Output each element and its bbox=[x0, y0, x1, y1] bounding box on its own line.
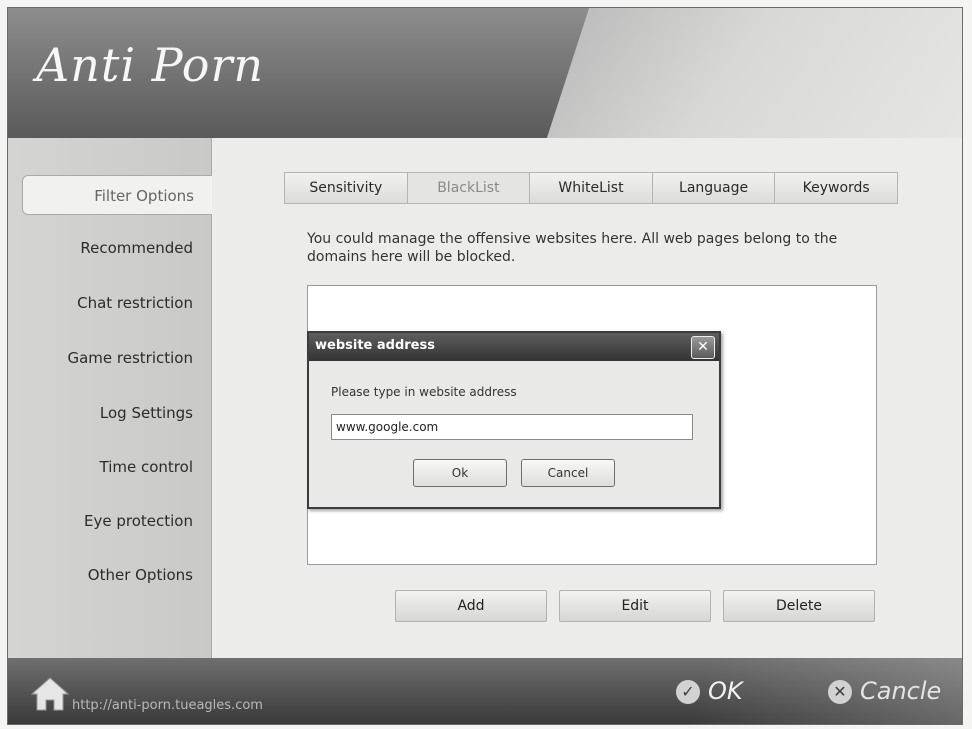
cancel-label: Cancle bbox=[860, 677, 942, 705]
website-address-input[interactable] bbox=[331, 414, 693, 440]
blacklist-description: You could manage the offensive websites … bbox=[307, 231, 838, 265]
ok-button[interactable]: ✓ OK bbox=[676, 676, 743, 706]
sidebar-item-filter-options[interactable]: Filter Options bbox=[22, 175, 212, 215]
edit-button[interactable]: Edit bbox=[559, 590, 711, 622]
dialog-cancel-button[interactable]: Cancel bbox=[521, 459, 615, 487]
website-address-dialog: website address ✕ Please type in website… bbox=[307, 331, 721, 509]
sidebar: Filter Options Recommended Chat restrict… bbox=[8, 138, 212, 658]
dialog-prompt: Please type in website address bbox=[331, 385, 517, 399]
header-decoration bbox=[543, 8, 962, 138]
ok-label: OK bbox=[708, 677, 743, 705]
sidebar-item-other-options[interactable]: Other Options bbox=[19, 555, 199, 595]
tab-keywords[interactable]: Keywords bbox=[775, 173, 897, 203]
cancel-button[interactable]: ✕ Cancle bbox=[828, 676, 941, 706]
tab-blacklist[interactable]: BlackList bbox=[407, 173, 531, 203]
close-circle-icon: ✕ bbox=[828, 680, 852, 704]
tab-language[interactable]: Language bbox=[652, 173, 776, 203]
website-link[interactable]: http://anti-porn.tueagles.com bbox=[72, 698, 263, 713]
sidebar-item-game-restriction[interactable]: Game restriction bbox=[19, 338, 199, 378]
close-icon[interactable]: ✕ bbox=[691, 336, 715, 359]
sidebar-item-log-settings[interactable]: Log Settings bbox=[19, 393, 199, 433]
dialog-ok-button[interactable]: Ok bbox=[413, 459, 507, 487]
sidebar-item-time-control[interactable]: Time control bbox=[19, 447, 199, 487]
sidebar-item-chat-restriction[interactable]: Chat restriction bbox=[19, 283, 199, 323]
sidebar-item-eye-protection[interactable]: Eye protection bbox=[19, 501, 199, 541]
app-footer: http://anti-porn.tueagles.com ✓ OK ✕ Cancl… bbox=[8, 658, 962, 724]
app-title: Anti Porn bbox=[36, 38, 265, 92]
tab-whitelist[interactable]: WhiteList bbox=[530, 173, 653, 203]
check-icon: ✓ bbox=[676, 680, 700, 704]
tab-bar: Sensitivity BlackList WhiteList Language… bbox=[284, 172, 898, 204]
sidebar-item-recommended[interactable]: Recommended bbox=[19, 228, 199, 268]
dialog-title: website address bbox=[315, 338, 435, 353]
app-header: Anti Porn bbox=[8, 8, 962, 138]
add-button[interactable]: Add bbox=[395, 590, 547, 622]
tab-sensitivity[interactable]: Sensitivity bbox=[285, 173, 408, 203]
home-icon[interactable] bbox=[30, 676, 70, 712]
delete-button[interactable]: Delete bbox=[723, 590, 875, 622]
dialog-title-bar: website address ✕ bbox=[309, 333, 719, 361]
